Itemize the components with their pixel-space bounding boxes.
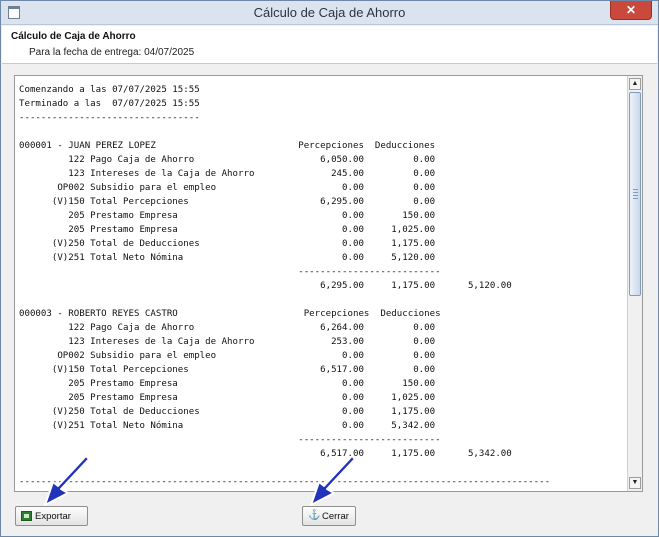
report-text-area[interactable]: Comenzando a las 07/07/2025 15:55 Termina…: [14, 75, 643, 492]
report-line: 000001 - JUAN PEREZ LOPEZ Percepciones D…: [19, 141, 436, 151]
report-line: [19, 461, 629, 475]
report-content: Comenzando a las 07/07/2025 15:55 Termina…: [19, 83, 629, 489]
grip-icon: [633, 189, 638, 199]
app-window: Cálculo de Caja de Ahorro ✕ Cálculo de C…: [0, 0, 659, 537]
report-line: 122 Pago Caja de Ahorro 6,050.00 0.00: [19, 155, 436, 165]
report-line: (V)150 Total Percepciones 6,517.00 0.00: [19, 365, 436, 375]
export-button[interactable]: Exportar: [15, 506, 88, 526]
report-line: 123 Intereses de la Caja de Ahorro 245.0…: [19, 169, 436, 179]
export-button-label: Exportar: [35, 510, 71, 522]
report-line: 123 Intereses de la Caja de Ahorro 253.0…: [19, 337, 436, 347]
vertical-scrollbar[interactable]: ▲ ▼: [627, 76, 642, 491]
report-line: [19, 293, 629, 307]
header-title: Cálculo de Caja de Ahorro: [11, 31, 136, 42]
report-line: 205 Prestamo Empresa 0.00 150.00: [19, 211, 436, 221]
close-button-label: Cerrar: [322, 510, 349, 522]
report-line: (V)251 Total Neto Nómina 0.00 5,120.00: [19, 253, 436, 263]
header-subtitle: Para la fecha de entrega: 04/07/2025: [29, 47, 195, 58]
window-title: Cálculo de Caja de Ahorro: [253, 5, 406, 20]
report-line: 205 Prestamo Empresa 0.00 1,025.00: [19, 225, 436, 235]
report-line: 000003 - ROBERTO REYES CASTRO Percepcion…: [19, 309, 441, 319]
report-line: (V)251 Total Neto Nómina 0.00 5,342.00: [19, 421, 436, 431]
report-line: ---------------------------------: [19, 113, 200, 123]
scroll-up-arrow-icon[interactable]: ▲: [629, 78, 641, 90]
report-line: --------------------------: [19, 435, 441, 445]
report-line: (V)150 Total Percepciones 6,295.00 0.00: [19, 197, 436, 207]
report-line: 6,295.00 1,175.00 5,120.00: [19, 281, 512, 291]
anchor-icon: ⚓: [308, 510, 321, 521]
header-panel: Cálculo de Caja de Ahorro Para la fecha …: [2, 26, 657, 64]
close-window-button[interactable]: ✕: [610, 1, 652, 20]
report-line: 6,517.00 1,175.00 5,342.00: [19, 449, 512, 459]
close-button[interactable]: ⚓ Cerrar: [302, 506, 356, 526]
report-line: (V)250 Total de Deducciones 0.00 1,175.0…: [19, 407, 436, 417]
report-line: 122 Pago Caja de Ahorro 6,264.00 0.00: [19, 323, 436, 333]
report-line: 205 Prestamo Empresa 0.00 150.00: [19, 379, 436, 389]
report-line: 205 Prestamo Empresa 0.00 1,025.00: [19, 393, 436, 403]
report-line: [19, 125, 629, 139]
scroll-down-arrow-icon[interactable]: ▼: [629, 477, 641, 489]
title-bar: Cálculo de Caja de Ahorro ✕: [1, 1, 658, 25]
report-line: (V)250 Total de Deducciones 0.00 1,175.0…: [19, 239, 436, 249]
report-line: OP002 Subsidio para el empleo 0.00 0.00: [19, 351, 436, 361]
report-line: --------------------------: [19, 267, 441, 277]
report-line: Terminado a las 07/07/2025 15:55: [19, 99, 200, 109]
report-line: OP002 Subsidio para el empleo 0.00 0.00: [19, 183, 436, 193]
report-line: Comenzando a las 07/07/2025 15:55: [19, 85, 200, 95]
excel-icon: [21, 511, 32, 521]
scroll-thumb[interactable]: [629, 92, 641, 296]
report-line: ----------------------------------------…: [19, 477, 551, 487]
